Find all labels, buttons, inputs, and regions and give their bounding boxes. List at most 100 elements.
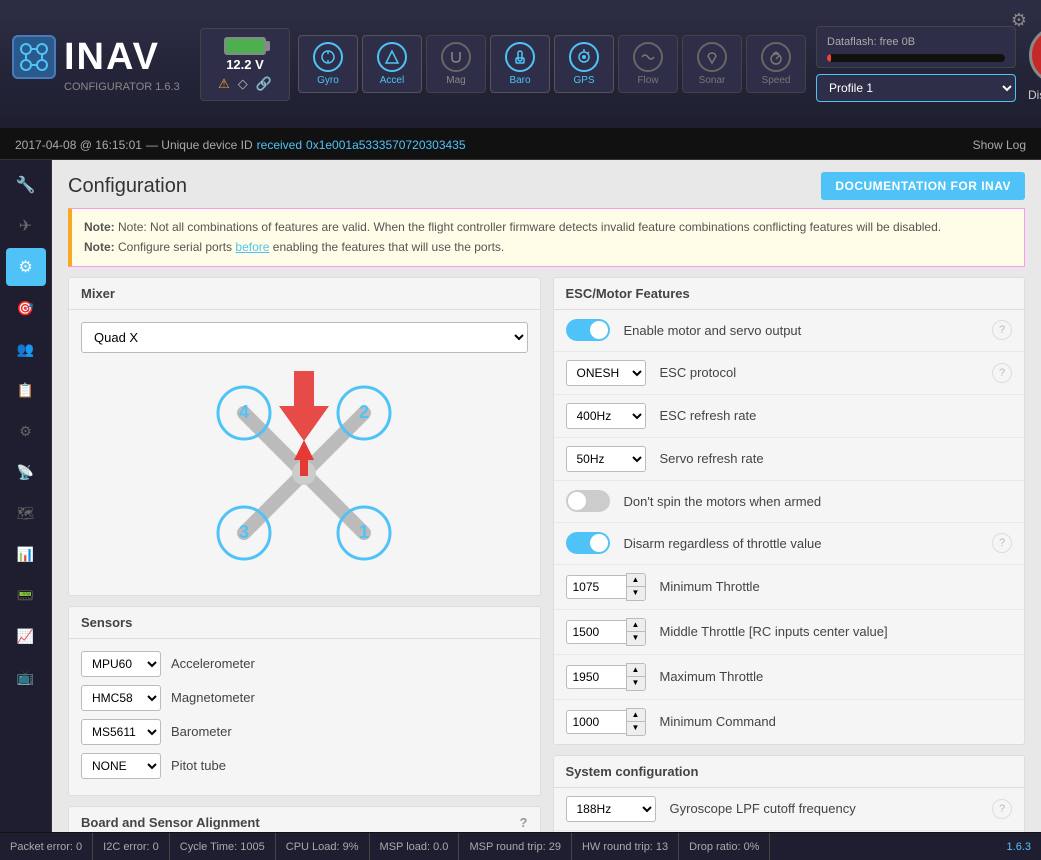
right-column: ESC/Motor Features Enable motor and serv… xyxy=(553,277,1026,832)
sensor-buttons: Gyro Accel Mag Baro GPS xyxy=(298,35,806,93)
min-throttle-row: ▲ ▼ Minimum Throttle xyxy=(554,565,1025,610)
esc-refresh-select[interactable]: 400Hz xyxy=(566,403,646,429)
no-spin-row: Don't spin the motors when armed xyxy=(554,481,1025,523)
mag-sensor-btn[interactable]: Mag xyxy=(426,35,486,93)
mixer-type-select[interactable]: Quad X xyxy=(81,322,528,353)
disarm-toggle[interactable] xyxy=(566,532,610,554)
board-alignment-help[interactable]: ? xyxy=(520,815,528,830)
sensors-panel: Sensors MPU60 Accelerometer HMC58 Magnet… xyxy=(68,606,541,796)
min-throttle-down[interactable]: ▼ xyxy=(627,587,645,600)
msp-round-trip: MSP round trip: 29 xyxy=(459,833,572,860)
sidebar-item-setup[interactable]: 🔧 xyxy=(6,166,46,204)
esc-features-panel: ESC/Motor Features Enable motor and serv… xyxy=(553,277,1026,745)
mid-throttle-up[interactable]: ▲ xyxy=(627,619,645,632)
sidebar-item-mission[interactable]: 🗺 xyxy=(6,494,46,532)
gyro-sensor-btn[interactable]: Gyro xyxy=(298,35,358,93)
motor-toggle[interactable] xyxy=(566,319,610,341)
accelerometer-select[interactable]: MPU60 xyxy=(81,651,161,677)
profile-select[interactable]: Profile 1 xyxy=(816,74,1016,102)
gyro-lpf-select[interactable]: 188Hz xyxy=(566,796,656,822)
max-throttle-up[interactable]: ▲ xyxy=(627,664,645,677)
max-throttle-row: ▲ ▼ Maximum Throttle xyxy=(554,655,1025,700)
esc-protocol-help[interactable]: ? xyxy=(992,363,1012,383)
esc-refresh-label: ESC refresh rate xyxy=(660,408,1013,423)
no-spin-label: Don't spin the motors when armed xyxy=(624,494,1013,509)
accelerometer-row: MPU60 Accelerometer xyxy=(81,651,528,677)
sidebar-item-osd[interactable]: 📟 xyxy=(6,576,46,614)
min-throttle-spinner: ▲ ▼ xyxy=(566,573,646,601)
sidebar-item-gps[interactable]: 📡 xyxy=(6,453,46,491)
min-throttle-input[interactable] xyxy=(566,575,626,599)
svg-text:1: 1 xyxy=(359,522,369,542)
doc-button[interactable]: DOCUMENTATION FOR INAV xyxy=(821,172,1025,200)
system-config-header: System configuration xyxy=(554,756,1025,788)
esc-protocol-select[interactable]: ONESH xyxy=(566,360,646,386)
left-column: Mixer Quad X xyxy=(68,277,541,832)
max-throttle-input[interactable] xyxy=(566,665,626,689)
sidebar-item-pid[interactable]: 🎯 xyxy=(6,289,46,327)
i2c-error: I2C error: 0 xyxy=(93,833,170,860)
pitot-select[interactable]: NONE xyxy=(81,753,161,779)
mixer-panel: Mixer Quad X xyxy=(68,277,541,596)
svg-text:3: 3 xyxy=(239,522,249,542)
right-controls: Dataflash: free 0B Profile 1 xyxy=(816,26,1016,102)
no-spin-toggle[interactable] xyxy=(566,490,610,512)
min-command-input[interactable] xyxy=(566,710,626,734)
show-log-btn[interactable]: Show Log xyxy=(973,138,1026,152)
sidebar-item-receiver[interactable]: 👥 xyxy=(6,330,46,368)
magnetometer-label: Magnetometer xyxy=(171,690,255,705)
barometer-select[interactable]: MS5611 xyxy=(81,719,161,745)
accel-label: Accel xyxy=(380,75,404,86)
gyro-label: Gyro xyxy=(317,75,339,86)
disconnect-button[interactable]: Disconnect xyxy=(1028,26,1041,102)
min-command-down[interactable]: ▼ xyxy=(627,722,645,735)
speed-sensor-btn[interactable]: Speed xyxy=(746,35,806,93)
content-area: Configuration DOCUMENTATION FOR INAV Not… xyxy=(52,160,1041,832)
device-id: 0x1e001a5333570720303435 xyxy=(306,138,466,152)
async-mode-row: Disable Asynchronous mode ? xyxy=(554,831,1025,832)
timestamp: 2017-04-08 @ 16:15:01 xyxy=(15,138,142,152)
quad-diagram: 4 2 3 1 xyxy=(199,368,409,578)
min-throttle-label: Minimum Throttle xyxy=(660,579,1013,594)
battery-display: 12.2 V ⚠ ◇ 🔗 xyxy=(200,28,290,101)
esc-features-header: ESC/Motor Features xyxy=(554,278,1025,310)
accel-sensor-btn[interactable]: Accel xyxy=(362,35,422,93)
sonar-sensor-btn[interactable]: Sonar xyxy=(682,35,742,93)
app-name: INAV xyxy=(64,36,160,79)
mid-throttle-down[interactable]: ▼ xyxy=(627,632,645,645)
hw-round-trip: HW round trip: 13 xyxy=(572,833,679,860)
app-subtitle: CONFIGURATOR 1.6.3 xyxy=(64,81,180,93)
sidebar-item-motors[interactable]: ⚙ xyxy=(6,412,46,450)
mid-throttle-input[interactable] xyxy=(566,620,626,644)
sidebar-item-config[interactable]: ⚙ xyxy=(6,248,46,286)
esc-refresh-row: 400Hz ESC refresh rate xyxy=(554,395,1025,438)
page-title: Configuration xyxy=(68,175,187,198)
sidebar-item-blackbox[interactable]: 📈 xyxy=(6,617,46,655)
baro-sensor-btn[interactable]: Baro xyxy=(490,35,550,93)
sidebar-item-calib[interactable]: ✈ xyxy=(6,207,46,245)
gear-icon[interactable]: ⚙ xyxy=(1011,10,1027,31)
mixer-panel-header: Mixer xyxy=(69,278,540,310)
max-throttle-down[interactable]: ▼ xyxy=(627,677,645,690)
mixer-panel-body: Quad X xyxy=(69,310,540,595)
battery-voltage: 12.2 V xyxy=(226,57,264,72)
motor-help[interactable]: ? xyxy=(992,320,1012,340)
gyro-lpf-help[interactable]: ? xyxy=(992,799,1012,819)
barometer-row: MS5611 Barometer xyxy=(81,719,528,745)
max-throttle-label: Maximum Throttle xyxy=(660,669,1013,684)
servo-refresh-select[interactable]: 50Hz xyxy=(566,446,646,472)
sidebar-item-display[interactable]: 📺 xyxy=(6,658,46,696)
sidebar-item-modes[interactable]: 📋 xyxy=(6,371,46,409)
mixer-diagram: 4 2 3 1 xyxy=(81,363,528,583)
mid-throttle-spinner: ▲ ▼ xyxy=(566,618,646,646)
gps-sensor-btn[interactable]: GPS xyxy=(554,35,614,93)
min-command-spinner: ▲ ▼ xyxy=(566,708,646,736)
magnetometer-select[interactable]: HMC58 xyxy=(81,685,161,711)
disarm-help[interactable]: ? xyxy=(992,533,1012,553)
min-command-up[interactable]: ▲ xyxy=(627,709,645,722)
servo-refresh-label: Servo refresh rate xyxy=(660,451,1013,466)
sidebar-item-logging[interactable]: 📊 xyxy=(6,535,46,573)
dataflash-display: Dataflash: free 0B xyxy=(816,26,1016,68)
flow-sensor-btn[interactable]: Flow xyxy=(618,35,678,93)
min-throttle-up[interactable]: ▲ xyxy=(627,574,645,587)
